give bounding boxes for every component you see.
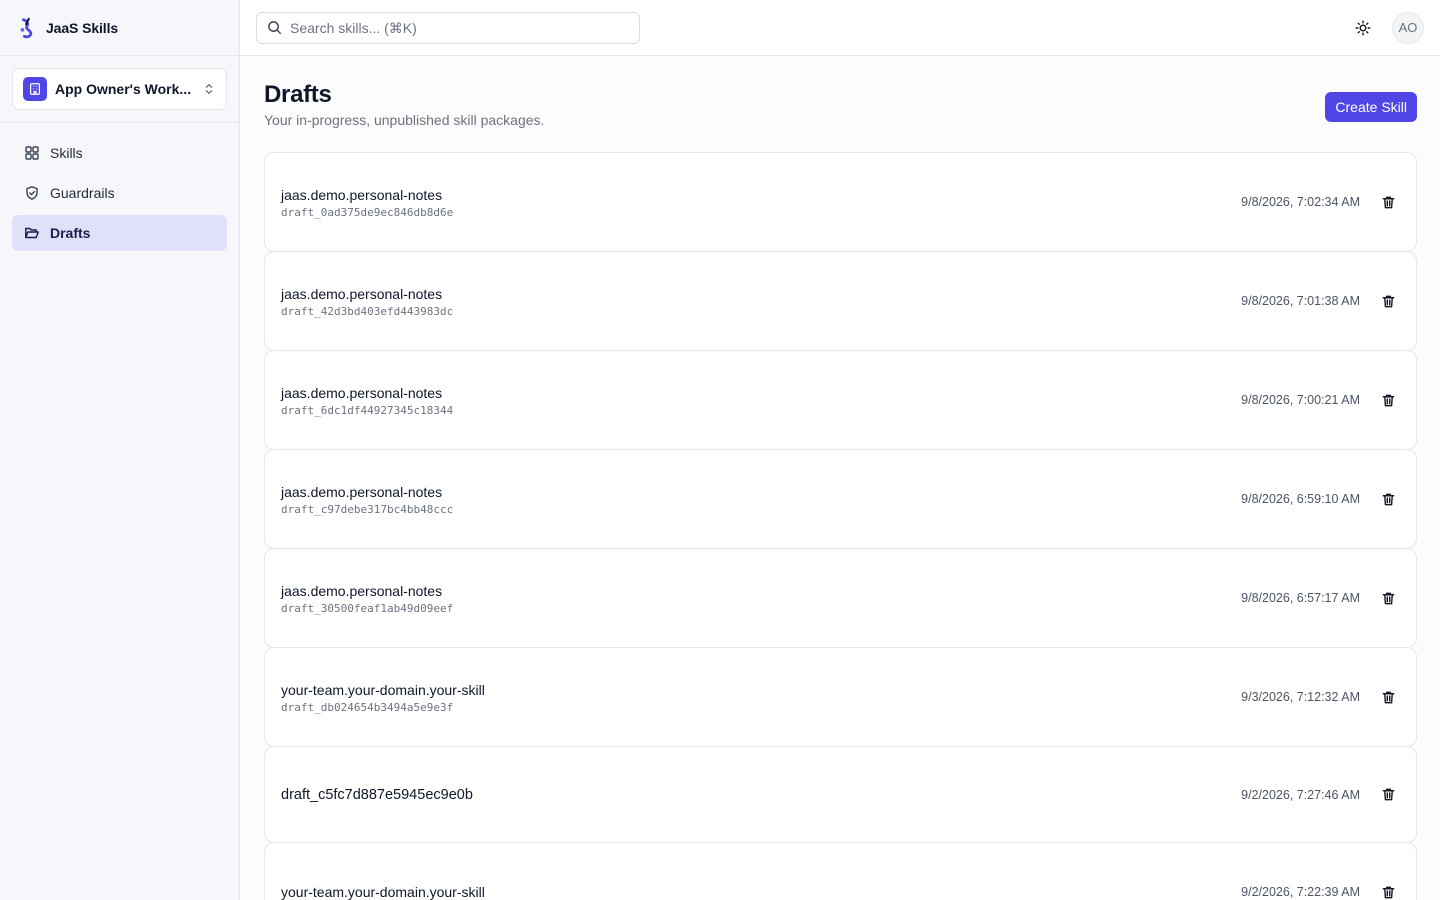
delete-draft-button[interactable] <box>1376 685 1400 709</box>
draft-name: your-team.your-domain.your-skill <box>281 884 485 900</box>
create-skill-button[interactable]: Create Skill <box>1325 92 1417 122</box>
main-area: AO Drafts Your in-progress, unpublished … <box>240 0 1440 900</box>
sidebar-item-drafts[interactable]: Drafts <box>12 215 227 251</box>
draft-row[interactable]: jaas.demo.personal-notes draft_0ad375de9… <box>264 152 1417 252</box>
draft-date: 9/8/2026, 7:02:34 AM <box>1241 195 1360 209</box>
sun-icon <box>1355 20 1371 35</box>
delete-draft-button[interactable] <box>1376 783 1400 807</box>
draft-id: draft_0ad375de9ec846db8d6e <box>281 205 454 219</box>
draft-info: draft_c5fc7d887e5945ec9e0b <box>281 786 1241 804</box>
draft-row[interactable]: your-team.your-domain.your-skill draft_d… <box>264 647 1417 747</box>
folder-open-icon <box>25 227 39 239</box>
sidebar: JaaS Skills App Owner's Work... Skills G… <box>0 0 240 900</box>
grid-icon <box>25 146 39 160</box>
sidebar-item-guardrails[interactable]: Guardrails <box>12 175 227 211</box>
page-heading-group: Drafts Your in-progress, unpublished ski… <box>264 80 544 128</box>
drafts-list: jaas.demo.personal-notes draft_0ad375de9… <box>264 152 1417 900</box>
sidebar-item-skills[interactable]: Skills <box>12 135 227 171</box>
topbar-actions: AO <box>1350 11 1424 44</box>
page-title: Drafts <box>264 81 332 108</box>
trash-icon <box>1382 691 1394 703</box>
workspace-switcher-wrap: App Owner's Work... <box>0 56 239 123</box>
draft-row[interactable]: your-team.your-domain.your-skill 9/2/202… <box>264 842 1417 900</box>
draft-name: your-team.your-domain.your-skill <box>281 681 485 698</box>
draft-date: 9/8/2026, 7:00:21 AM <box>1241 393 1360 407</box>
delete-draft-button[interactable] <box>1376 586 1400 610</box>
delete-draft-button[interactable] <box>1376 880 1400 900</box>
app-shell: JaaS Skills App Owner's Work... Skills G… <box>0 0 1440 900</box>
sidebar-nav: Skills Guardrails Drafts <box>0 123 239 263</box>
building-icon <box>23 77 47 101</box>
draft-name: jaas.demo.personal-notes <box>281 384 443 401</box>
draft-date: 9/8/2026, 6:57:17 AM <box>1241 591 1360 605</box>
chevron-up-down-icon <box>205 83 213 95</box>
draft-row[interactable]: draft_c5fc7d887e5945ec9e0b 9/2/2026, 7:2… <box>264 746 1417 843</box>
workspace-switcher[interactable]: App Owner's Work... <box>12 68 227 110</box>
trash-icon <box>1382 295 1394 307</box>
sidebar-item-label: Drafts <box>50 225 91 241</box>
sidebar-item-label: Guardrails <box>50 185 115 201</box>
draft-id: draft_30500feaf1ab49d09eef <box>281 601 454 615</box>
trash-icon <box>1382 394 1394 406</box>
draft-info: your-team.your-domain.your-skill draft_d… <box>281 681 1241 714</box>
brand-logo-icon <box>20 17 33 38</box>
draft-row[interactable]: jaas.demo.personal-notes draft_30500feaf… <box>264 548 1417 648</box>
brand[interactable]: JaaS Skills <box>0 0 239 56</box>
draft-info: jaas.demo.personal-notes draft_0ad375de9… <box>281 186 1241 219</box>
delete-draft-button[interactable] <box>1376 190 1400 214</box>
page-content: Drafts Your in-progress, unpublished ski… <box>240 56 1440 900</box>
draft-date: 9/2/2026, 7:27:46 AM <box>1241 787 1360 802</box>
avatar[interactable]: AO <box>1392 11 1424 44</box>
theme-toggle-button[interactable] <box>1350 15 1376 41</box>
trash-icon <box>1382 196 1394 208</box>
draft-name: draft_c5fc7d887e5945ec9e0b <box>281 786 473 803</box>
draft-info: jaas.demo.personal-notes draft_42d3bd403… <box>281 285 1241 318</box>
shield-check-icon <box>26 186 38 200</box>
draft-date: 9/2/2026, 7:22:39 AM <box>1241 885 1360 899</box>
page-header: Drafts Your in-progress, unpublished ski… <box>264 80 1417 128</box>
draft-row[interactable]: jaas.demo.personal-notes draft_42d3bd403… <box>264 251 1417 351</box>
draft-name: jaas.demo.personal-notes <box>281 285 443 302</box>
draft-row[interactable]: jaas.demo.personal-notes draft_6dc1df449… <box>264 350 1417 450</box>
delete-draft-button[interactable] <box>1376 289 1400 313</box>
draft-id: draft_42d3bd403efd443983dc <box>281 304 454 318</box>
search-icon <box>268 21 282 35</box>
draft-name: jaas.demo.personal-notes <box>281 483 443 500</box>
sidebar-item-label: Skills <box>50 145 83 161</box>
trash-icon <box>1382 592 1394 604</box>
draft-date: 9/3/2026, 7:12:32 AM <box>1241 690 1360 704</box>
topbar: AO <box>240 0 1440 56</box>
search-input[interactable] <box>290 19 629 36</box>
workspace-name: App Owner's Work... <box>55 81 192 97</box>
draft-id: draft_db024654b3494a5e9e3f <box>281 700 454 714</box>
delete-draft-button[interactable] <box>1376 388 1400 412</box>
draft-info: your-team.your-domain.your-skill <box>281 883 1241 900</box>
draft-name: jaas.demo.personal-notes <box>281 582 443 599</box>
brand-name: JaaS Skills <box>46 19 119 36</box>
trash-icon <box>1382 788 1394 801</box>
trash-icon <box>1382 886 1394 898</box>
draft-info: jaas.demo.personal-notes draft_c97debe31… <box>281 483 1241 516</box>
draft-row[interactable]: jaas.demo.personal-notes draft_c97debe31… <box>264 449 1417 549</box>
delete-draft-button[interactable] <box>1376 487 1400 511</box>
draft-date: 9/8/2026, 6:59:10 AM <box>1241 492 1360 506</box>
draft-id: draft_c97debe317bc4bb48ccc <box>281 502 454 516</box>
draft-id: draft_6dc1df44927345c18344 <box>281 403 454 417</box>
draft-date: 9/8/2026, 7:01:38 AM <box>1241 294 1360 308</box>
trash-icon <box>1382 493 1394 505</box>
draft-info: jaas.demo.personal-notes draft_6dc1df449… <box>281 384 1241 417</box>
search-box[interactable] <box>256 11 640 44</box>
draft-name: jaas.demo.personal-notes <box>281 186 443 203</box>
page-subtitle: Your in-progress, unpublished skill pack… <box>264 112 545 128</box>
draft-info: jaas.demo.personal-notes draft_30500feaf… <box>281 582 1241 615</box>
